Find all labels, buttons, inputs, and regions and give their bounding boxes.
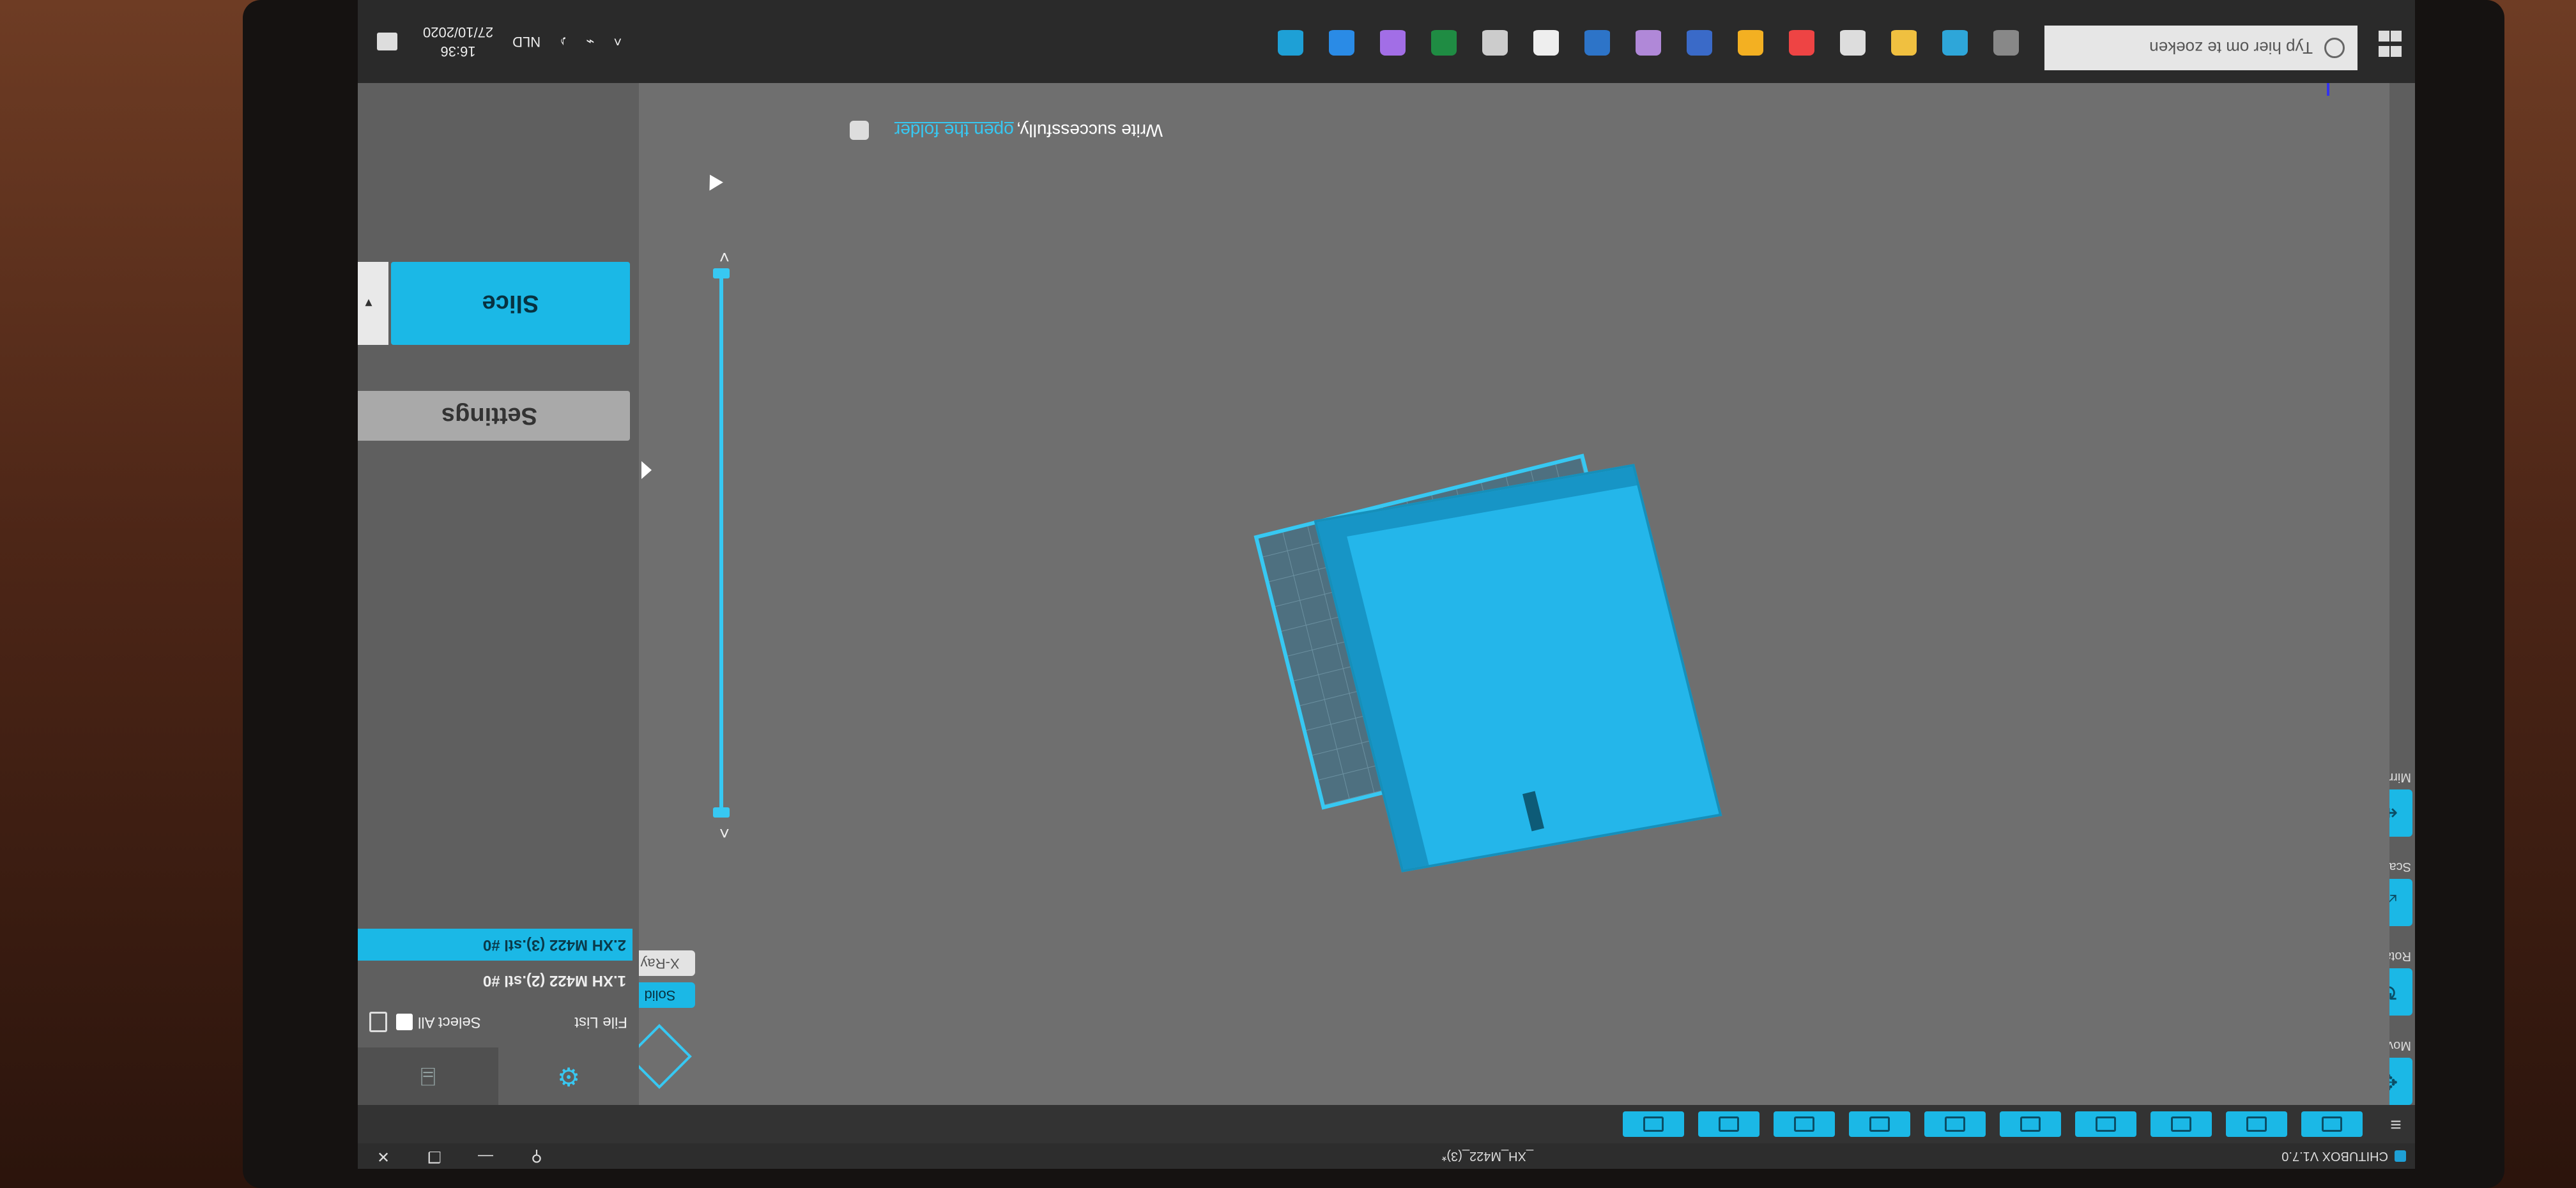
notice-message: Write successfully,: [1016, 121, 1163, 141]
3d-viewport[interactable]: ˄ ˅: [639, 68, 2389, 1105]
file-list-header: File List Select All: [369, 1009, 627, 1035]
main-toolbar: ≡: [358, 1105, 2415, 1143]
view-mode-panel: Solid X-Ray: [625, 944, 695, 1092]
network-icon[interactable]: ⌁: [586, 33, 594, 50]
teams-icon[interactable]: [1687, 27, 1712, 56]
task-view-icon[interactable]: [1993, 27, 2019, 56]
slice-dropdown-button[interactable]: ▾: [358, 262, 388, 345]
laptop-screen: CHITUBOX V1.7.0 _XH_M422_(3)* ⚲ — ❐ ✕ ≡ …: [358, 0, 2415, 1169]
language-indicator[interactable]: NLD: [512, 33, 540, 50]
taskbar-apps: [1252, 13, 2019, 70]
hole-icon: [1719, 1116, 1739, 1132]
settings-button[interactable]: Settings: [358, 391, 630, 441]
layout-icon: [1945, 1116, 1965, 1132]
system-tray: ˄ ⌁ ♪ NLD 16:36 27/10/2020: [377, 13, 622, 70]
photos-icon[interactable]: [1533, 27, 1559, 56]
file-list-item-selected[interactable]: 2.XH M422 (3).stl #0: [358, 929, 632, 961]
store-icon[interactable]: [1840, 27, 1866, 56]
office-icon[interactable]: [1789, 27, 1814, 56]
app-icon: [2395, 1150, 2406, 1162]
folder-icon[interactable]: [1482, 27, 1508, 56]
clock-date: 27/10/2020: [423, 24, 494, 40]
file-list-item[interactable]: 1.XH M422 (2).stl #0: [358, 964, 632, 996]
hollow-icon: [1794, 1116, 1814, 1132]
ruler-icon: [1643, 1116, 1664, 1132]
chrome-icon[interactable]: [1738, 27, 1763, 56]
title-bar: CHITUBOX V1.7.0 _XH_M422_(3)* ⚲ — ❐ ✕: [358, 1143, 2415, 1169]
excel-icon[interactable]: [1431, 27, 1457, 56]
search-icon: [2324, 38, 2345, 58]
redo-button[interactable]: [2000, 1111, 2061, 1137]
notification-icon[interactable]: [377, 33, 397, 50]
trash-icon[interactable]: [369, 1012, 387, 1032]
select-all-checkbox[interactable]: [396, 1014, 413, 1030]
layer-slider-bottom-handle[interactable]: [713, 268, 730, 278]
messenger-icon[interactable]: [1380, 27, 1406, 56]
measure-button[interactable]: [1623, 1111, 1684, 1137]
supports-icon: [1869, 1116, 1890, 1132]
hollow-button[interactable]: [1774, 1111, 1835, 1137]
layer-slider-track: [719, 268, 723, 818]
minimize-button[interactable]: —: [460, 1143, 511, 1169]
taskbar-search-input[interactable]: Typ hier om te zoeken: [2044, 26, 2358, 70]
file-explorer-icon[interactable]: [1891, 27, 1917, 56]
clock[interactable]: 16:36 27/10/2020: [423, 22, 493, 61]
clock-time: 16:36: [440, 43, 476, 59]
window-controls: ⚲ — ❐ ✕: [358, 1143, 562, 1169]
select-all-control[interactable]: Select All: [396, 1013, 481, 1031]
app-icon-purple[interactable]: [1636, 27, 1661, 56]
tab-printer-icon[interactable]: ⌸: [358, 1047, 498, 1105]
close-notice-button[interactable]: [849, 121, 869, 140]
search-placeholder: Typ hier om te zoeken: [2149, 38, 2313, 58]
printer-icon: [2171, 1116, 2191, 1132]
slice-button[interactable]: Slice: [391, 262, 630, 345]
3d-model[interactable]: [1314, 464, 1722, 872]
windows-taskbar: Typ hier om te zoeken ˄ ⌁ ♪ NLD 16:36 27…: [358, 0, 2415, 83]
undo-button[interactable]: [2075, 1111, 2136, 1137]
chitubox-icon[interactable]: [1278, 27, 1303, 56]
folder-icon: [2322, 1116, 2342, 1132]
maximize-button[interactable]: ❐: [409, 1143, 460, 1169]
edge-icon[interactable]: [1942, 27, 1968, 56]
close-button[interactable]: ✕: [358, 1143, 409, 1169]
tab-settings-icon[interactable]: ⚙: [498, 1047, 639, 1105]
save-button[interactable]: [2226, 1111, 2287, 1137]
undo-icon: [2096, 1116, 2116, 1132]
media-player-icon[interactable]: [1329, 27, 1354, 56]
word-icon[interactable]: [1584, 27, 1610, 56]
volume-icon[interactable]: ♪: [560, 33, 567, 50]
pin-icon[interactable]: ⚲: [511, 1143, 562, 1169]
print-settings-button[interactable]: [2150, 1111, 2212, 1137]
layer-slider-top-handle[interactable]: [713, 807, 730, 818]
panel-collapse-icon[interactable]: [641, 461, 652, 479]
dig-hole-button[interactable]: [1698, 1111, 1759, 1137]
app-title: CHITUBOX V1.7.0: [2281, 1149, 2388, 1164]
right-panel-tabs: ⚙ ⌸: [358, 1047, 639, 1105]
supports-button[interactable]: [1849, 1111, 1910, 1137]
menu-icon[interactable]: ≡: [2377, 1113, 2415, 1135]
redo-icon: [2020, 1116, 2041, 1132]
left-tool-strip: ✥ Move ↻ Rotate ⤢ Scale ⇹ Mirror: [2365, 83, 2415, 1105]
chevron-up-icon[interactable]: ˄: [613, 33, 622, 50]
file-title: _XH_M422_(3)*: [1441, 1149, 1533, 1164]
right-panel: ⚙ ⌸ File List Select All 1.XH M422 (2).s…: [358, 83, 652, 1105]
save-icon: [2246, 1116, 2267, 1132]
layer-slider[interactable]: ˄ ˅: [709, 247, 735, 843]
windows-start-icon[interactable]: [2377, 31, 2402, 57]
file-list-label: File List: [574, 1014, 627, 1031]
write-success-notice: Write successfully, open the folder: [849, 120, 1163, 141]
open-folder-link[interactable]: open the folder: [894, 120, 1014, 141]
layout-button[interactable]: [1924, 1111, 1986, 1137]
chevron-up-icon[interactable]: ˄: [719, 823, 730, 843]
open-file-button[interactable]: [2301, 1111, 2363, 1137]
chevron-down-icon[interactable]: ˅: [719, 247, 730, 267]
select-all-label: Select All: [418, 1014, 481, 1031]
